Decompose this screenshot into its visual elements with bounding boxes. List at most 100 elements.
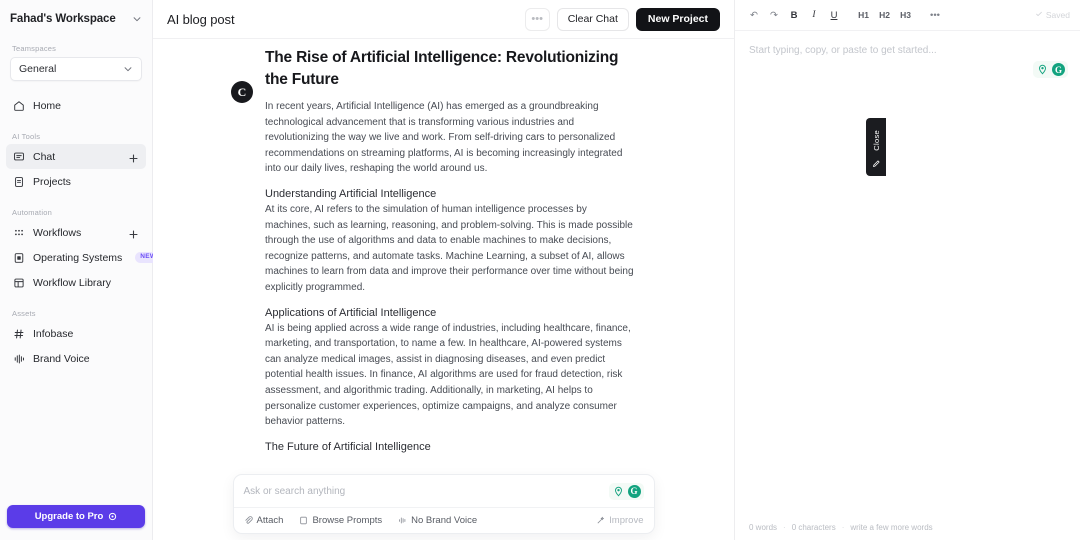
sidebar-group-ai-tools: AI Tools Chat Projects bbox=[0, 132, 152, 194]
sidebar-item-label: Home bbox=[33, 100, 61, 112]
page-title: AI blog post bbox=[167, 12, 234, 27]
workspace-name: Fahad's Workspace bbox=[10, 13, 128, 25]
post-heading: Understanding Artificial Intelligence bbox=[265, 188, 635, 200]
add-chat-icon[interactable] bbox=[128, 151, 139, 162]
composer-toolbar: Attach Browse Prompts No B bbox=[234, 507, 654, 533]
grammarly-icon[interactable]: G bbox=[1052, 63, 1065, 76]
redo-button[interactable]: ↷ bbox=[765, 6, 783, 24]
undo-button[interactable]: ↶ bbox=[745, 6, 763, 24]
sidebar-item-workflow-library[interactable]: Workflow Library bbox=[6, 270, 146, 295]
topbar: AI blog post ••• Clear Chat New Project bbox=[153, 0, 734, 39]
browse-prompts-label: Browse Prompts bbox=[312, 515, 382, 526]
editor-grammarly-badges[interactable]: G bbox=[1033, 61, 1068, 78]
clear-chat-button[interactable]: Clear Chat bbox=[557, 8, 629, 31]
home-icon bbox=[13, 100, 25, 112]
teamspace-select[interactable]: General bbox=[10, 57, 142, 81]
bold-button[interactable]: B bbox=[785, 6, 803, 24]
chevron-down-icon bbox=[123, 64, 133, 74]
attach-button[interactable]: Attach bbox=[244, 515, 284, 526]
saved-label: Saved bbox=[1046, 10, 1070, 20]
hash-icon bbox=[13, 328, 25, 340]
sidebar-item-infobase[interactable]: Infobase bbox=[6, 321, 146, 346]
chat-message: C The Rise of Artificial Intelligence: R… bbox=[153, 47, 734, 455]
avatar: C bbox=[231, 81, 253, 103]
document-editor-panel: ↶ ↷ B I U H1 H2 H3 ••• Saved Start typin… bbox=[734, 0, 1080, 540]
sidebar-item-operating-systems[interactable]: Operating Systems NEW bbox=[6, 245, 146, 270]
waveform-icon bbox=[398, 516, 407, 525]
composer-input-row[interactable]: Ask or search anything G bbox=[234, 475, 654, 507]
workspace-switcher[interactable]: Fahad's Workspace bbox=[0, 0, 152, 38]
paperclip-icon bbox=[244, 516, 253, 525]
editor-body[interactable]: Start typing, copy, or paste to get star… bbox=[735, 31, 1080, 514]
message-body: The Rise of Artificial Intelligence: Rev… bbox=[265, 47, 635, 455]
post-paragraph: AI is being applied across a wide range … bbox=[265, 321, 635, 430]
workflow-library-icon bbox=[13, 277, 25, 289]
grammarly-suggestion-icon[interactable] bbox=[612, 485, 625, 498]
operating-systems-icon bbox=[13, 252, 25, 264]
sidebar-group-automation: Automation Workflows Operating Systems bbox=[0, 208, 152, 295]
heading-2-button[interactable]: H2 bbox=[875, 6, 894, 24]
grammarly-icon[interactable]: G bbox=[628, 485, 641, 498]
post-heading: The Future of Artificial Intelligence bbox=[265, 441, 635, 453]
topbar-actions: ••• Clear Chat New Project bbox=[525, 8, 720, 31]
more-formatting-button[interactable]: ••• bbox=[926, 6, 944, 24]
more-options-button[interactable]: ••• bbox=[525, 8, 550, 31]
add-workflow-icon[interactable] bbox=[128, 227, 139, 238]
word-count: 0 words bbox=[749, 523, 777, 532]
sidebar-group-label: AI Tools bbox=[0, 132, 152, 141]
chat-area: C The Rise of Artificial Intelligence: R… bbox=[153, 39, 734, 540]
sidebar: Fahad's Workspace Teamspaces General Hom… bbox=[0, 0, 153, 540]
grammarly-suggestion-icon[interactable] bbox=[1036, 63, 1049, 76]
new-project-button[interactable]: New Project bbox=[636, 8, 720, 31]
close-tab-label: Close bbox=[872, 130, 881, 151]
brand-voice-label: No Brand Voice bbox=[411, 515, 477, 526]
sidebar-item-label: Workflows bbox=[33, 227, 81, 239]
close-editor-tab[interactable]: Close bbox=[866, 118, 886, 176]
pencil-icon bbox=[872, 155, 881, 164]
sidebar-item-label: Brand Voice bbox=[33, 353, 90, 365]
sidebar-item-label: Operating Systems bbox=[33, 252, 122, 264]
projects-file-icon bbox=[13, 176, 25, 188]
prompts-icon bbox=[299, 516, 308, 525]
teamspaces-label: Teamspaces bbox=[0, 44, 152, 53]
separator: · bbox=[783, 523, 786, 532]
waveform-icon bbox=[13, 353, 25, 365]
chevron-down-icon bbox=[132, 14, 142, 24]
improve-label: Improve bbox=[609, 515, 643, 526]
workflows-grid-icon bbox=[13, 227, 25, 239]
search-input[interactable]: Ask or search anything bbox=[244, 486, 603, 497]
upgrade-section: Upgrade to Pro bbox=[0, 495, 152, 540]
editor-placeholder: Start typing, copy, or paste to get star… bbox=[749, 45, 1066, 56]
post-heading: Applications of Artificial Intelligence bbox=[265, 307, 635, 319]
heading-1-button[interactable]: H1 bbox=[854, 6, 873, 24]
post-paragraph: In recent years, Artificial Intelligence… bbox=[265, 99, 635, 177]
teamspace-selected-value: General bbox=[19, 63, 119, 75]
saved-status: Saved bbox=[1035, 10, 1070, 20]
brand-voice-button[interactable]: No Brand Voice bbox=[398, 515, 477, 526]
sidebar-group-label: Automation bbox=[0, 208, 152, 217]
grammarly-badges[interactable]: G bbox=[609, 483, 644, 500]
magic-wand-icon bbox=[596, 516, 605, 525]
underline-button[interactable]: U bbox=[825, 6, 843, 24]
sidebar-item-label: Chat bbox=[33, 151, 55, 163]
upgrade-to-pro-button[interactable]: Upgrade to Pro bbox=[7, 505, 145, 528]
sidebar-item-brand-voice[interactable]: Brand Voice bbox=[6, 346, 146, 371]
grammarly-badges[interactable]: G bbox=[1033, 61, 1068, 78]
italic-button[interactable]: I bbox=[805, 6, 823, 24]
improve-button[interactable]: Improve bbox=[596, 515, 643, 526]
post-paragraph: At its core, AI refers to the simulation… bbox=[265, 202, 635, 296]
post-title: The Rise of Artificial Intelligence: Rev… bbox=[265, 47, 635, 91]
sidebar-nav: Home AI Tools Chat Proj bbox=[0, 93, 152, 371]
upgrade-label: Upgrade to Pro bbox=[35, 511, 104, 522]
app-root: Fahad's Workspace Teamspaces General Hom… bbox=[0, 0, 1080, 540]
heading-3-button[interactable]: H3 bbox=[896, 6, 915, 24]
sidebar-item-home[interactable]: Home bbox=[6, 93, 146, 118]
sidebar-item-label: Infobase bbox=[33, 328, 73, 340]
sidebar-item-workflows[interactable]: Workflows bbox=[6, 220, 146, 245]
sidebar-item-projects[interactable]: Projects bbox=[6, 169, 146, 194]
sparkle-icon bbox=[108, 512, 117, 521]
sidebar-group-assets: Assets Infobase Brand Voice bbox=[0, 309, 152, 371]
browse-prompts-button[interactable]: Browse Prompts bbox=[299, 515, 382, 526]
sidebar-item-chat[interactable]: Chat bbox=[6, 144, 146, 169]
editor-toolbar: ↶ ↷ B I U H1 H2 H3 ••• Saved bbox=[735, 0, 1080, 31]
